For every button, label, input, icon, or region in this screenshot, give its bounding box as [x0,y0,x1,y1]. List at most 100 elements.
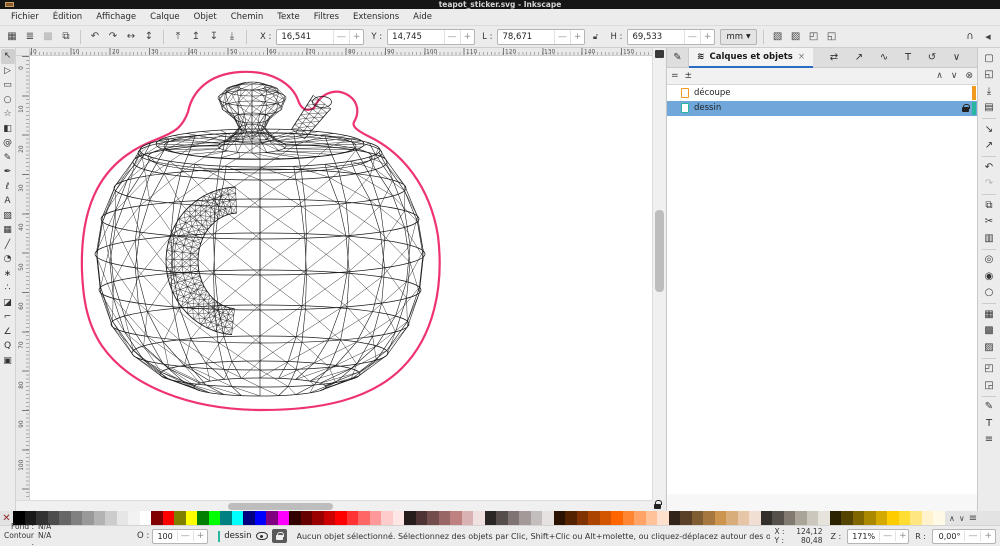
palette-swatch-26[interactable] [312,511,324,525]
vertical-scrollbar-thumb[interactable] [655,210,664,292]
palette-swatch-42[interactable] [496,511,508,525]
palette-swatch-12[interactable] [151,511,163,525]
deselect-icon[interactable]: ▩ [40,29,56,45]
palette-swatch-74[interactable] [864,511,876,525]
palette-swatch-61[interactable] [715,511,727,525]
canvas-lock-icon[interactable] [650,498,665,511]
palette-swatch-6[interactable] [82,511,94,525]
text-dialog-icon[interactable]: T [980,415,998,432]
palette-swatch-72[interactable] [841,511,853,525]
palette-swatch-5[interactable] [71,511,83,525]
layer-locked-icon[interactable] [962,104,969,112]
open-document-icon[interactable]: ◱ [980,67,998,84]
measure-tool[interactable]: ∠ [1,325,15,340]
palette-swatch-49[interactable] [577,511,589,525]
layer-visibility-icon[interactable] [256,532,268,540]
bezier-tool[interactable]: ✒ [1,165,15,180]
palette-swatch-40[interactable] [473,511,485,525]
import-icon[interactable]: ↘ [980,121,998,138]
palette-scroll-up-icon[interactable]: ∧ [949,514,955,523]
scrollbar-top-button[interactable] [655,50,664,58]
lower-icon[interactable]: ↧ [206,29,222,45]
select-all-icon[interactable]: ▦ [4,29,20,45]
layer-row-découpe[interactable]: découpe [667,85,977,101]
palette-swatch-22[interactable] [266,511,278,525]
fill-value[interactable]: N/A [38,522,68,532]
palette-swatch-18[interactable] [220,511,232,525]
unit-dropdown[interactable]: mm▼ [720,29,756,45]
ungroup-icon[interactable]: ◲ [980,377,998,394]
connector-tool[interactable]: ⌐ [1,310,15,325]
palette-swatch-57[interactable] [669,511,681,525]
zoom-page-icon[interactable]: ○ [980,285,998,302]
palette-swatch-51[interactable] [600,511,612,525]
palette-swatch-53[interactable] [623,511,635,525]
horizontal-scrollbar[interactable] [16,500,652,511]
snap-toggle-icon[interactable]: ∩ [962,29,978,45]
zoom-increment[interactable]: + [895,531,910,541]
print-icon[interactable]: ▤ [980,100,998,117]
box3d-tool[interactable]: ◧ [1,122,15,137]
clone-icon[interactable]: ▩ [980,323,998,340]
palette-swatch-77[interactable] [899,511,911,525]
palette-swatch-43[interactable] [508,511,520,525]
palette-swatch-33[interactable] [393,511,405,525]
menu-item-objet[interactable]: Objet [187,9,224,26]
expand-toggle-icon[interactable]: ± [685,71,693,81]
close-tab-icon[interactable]: × [798,52,805,62]
palette-swatch-78[interactable] [910,511,922,525]
collapse-toolbar-icon[interactable]: ◀ [980,29,996,45]
undo-icon[interactable]: ↶ [980,159,998,176]
lock-ratio-icon[interactable]: 🔓︎ [587,29,603,45]
palette-swatch-31[interactable] [370,511,382,525]
zoom-selection-icon[interactable]: ◎ [980,252,998,269]
flip-horizontal-icon[interactable]: ↔ [123,29,139,45]
cut-icon[interactable]: ✂ [980,214,998,231]
palette-swatch-76[interactable] [887,511,899,525]
palette-swatch-8[interactable] [105,511,117,525]
palette-swatch-24[interactable] [289,511,301,525]
palette-swatch-20[interactable] [243,511,255,525]
node-tool[interactable]: ▷ [1,64,15,79]
pencil-tool[interactable]: ✎ [1,151,15,166]
palette-swatch-45[interactable] [531,511,543,525]
group-icon[interactable]: ◰ [980,361,998,378]
rotation-increment[interactable]: + [980,531,995,541]
export-icon[interactable]: ↗ [980,138,998,155]
width-increment[interactable]: + [570,30,585,44]
canvas[interactable] [30,56,652,500]
palette-swatch-37[interactable] [439,511,451,525]
horizontal-scrollbar-thumb[interactable] [228,503,333,510]
spray-tool[interactable]: ∴ [1,281,15,296]
flip-vertical-icon[interactable]: ↕ [141,29,157,45]
palette-swatch-15[interactable] [186,511,198,525]
palette-swatch-16[interactable] [197,511,209,525]
palette-swatch-30[interactable] [358,511,370,525]
calligraphy-tool[interactable]: ℓ [1,180,15,195]
palette-swatch-55[interactable] [646,511,658,525]
palette-swatch-50[interactable] [588,511,600,525]
palette-swatch-71[interactable] [830,511,842,525]
scale-stroke-icon[interactable]: ▧ [770,29,786,45]
opacity-increment[interactable]: + [193,531,208,541]
palette-swatch-25[interactable] [301,511,313,525]
palette-swatch-54[interactable] [634,511,646,525]
spiral-tool[interactable]: @ [1,136,15,151]
zoom-decrement[interactable]: — [879,531,895,541]
opacity-field[interactable]: 100 — + [152,529,208,544]
opacity-decrement[interactable]: — [177,531,193,541]
menu-item-calque[interactable]: Calque [143,9,187,26]
height-decrement[interactable]: — [684,30,700,44]
y-field[interactable]: 14,745 — + [387,29,475,45]
palette-swatch-38[interactable] [450,511,462,525]
menu-item-texte[interactable]: Texte [270,9,306,26]
gradient-tool[interactable]: ▧ [1,209,15,224]
duplicate-icon[interactable]: ▦ [980,306,998,323]
zoom-field[interactable]: 171% — + [847,529,909,544]
palette-swatch-58[interactable] [680,511,692,525]
ellipse-tool[interactable]: ○ [1,93,15,108]
palette-swatch-69[interactable] [807,511,819,525]
palette-swatch-79[interactable] [922,511,934,525]
palette-swatch-32[interactable] [381,511,393,525]
stroke-value[interactable]: N/A [38,531,68,546]
